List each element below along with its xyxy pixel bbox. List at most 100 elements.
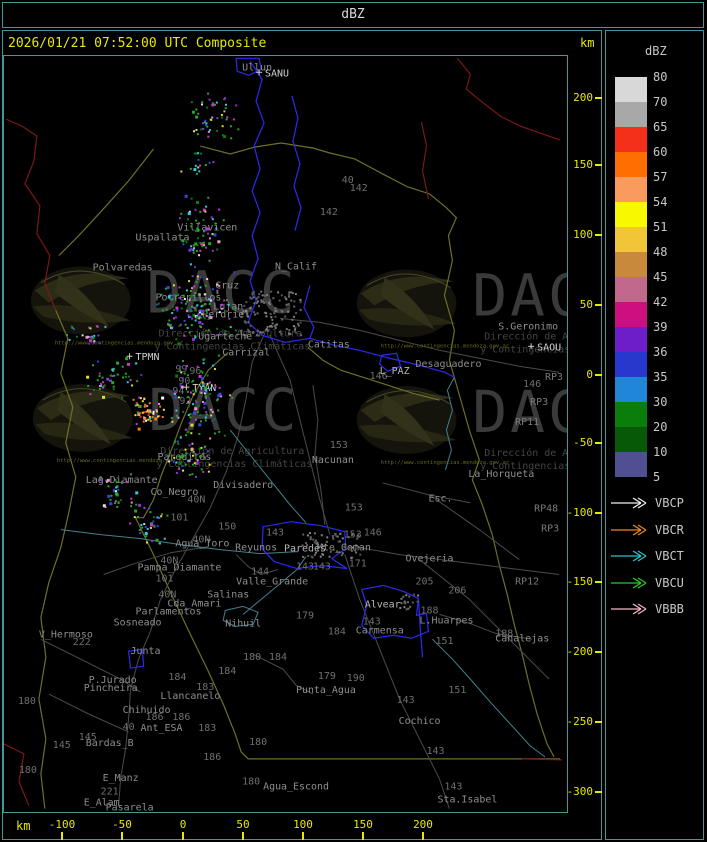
colorbar-swatch [615, 277, 647, 302]
y-tick-mark [595, 791, 602, 793]
map-feature [199, 414, 202, 417]
map-feature: Bardas_B [86, 738, 134, 749]
map-feature [173, 393, 176, 396]
vector-legend-label: VBCU [655, 576, 684, 590]
map-feature [217, 409, 220, 412]
map-feature [408, 595, 411, 598]
y-tick-label: 0 [586, 368, 593, 381]
map-feature [114, 492, 118, 496]
map-feature [210, 387, 213, 390]
colorbar-swatch [615, 177, 647, 202]
map-feature [184, 323, 187, 326]
map-feature [173, 456, 176, 459]
map-feature [140, 523, 143, 526]
map-feature [147, 411, 150, 414]
map-feature [204, 416, 207, 419]
map-feature: Parlamentos [136, 606, 202, 617]
map-feature [223, 434, 226, 437]
x-tick-mark [422, 832, 424, 840]
map-feature [199, 241, 202, 244]
map-feature: L.Huarpes [420, 615, 474, 626]
map-feature [313, 532, 316, 535]
map-feature [213, 368, 216, 371]
map-feature [210, 118, 213, 121]
map-feature [211, 103, 215, 107]
map-feature: Pasarela [106, 803, 154, 812]
map-feature [202, 241, 205, 244]
map-feature [148, 415, 151, 418]
x-tick-mark [182, 832, 184, 840]
map-feature [299, 308, 302, 311]
map-feature [182, 410, 185, 413]
map-feature [175, 461, 178, 464]
map-feature: 146 [523, 379, 541, 390]
map-feature [180, 170, 183, 173]
map-feature [136, 380, 139, 383]
map-feature [294, 328, 297, 331]
map-feature [199, 455, 202, 458]
map-feature [145, 419, 148, 422]
vector-arrow-icon [611, 577, 647, 589]
map-feature: RP48 [534, 504, 558, 515]
map-feature [186, 309, 189, 312]
map-feature [189, 294, 193, 298]
map-feature [295, 312, 298, 315]
map-feature [158, 517, 161, 519]
map-feature: 143 [426, 746, 444, 757]
map-feature [203, 382, 206, 385]
map-feature [213, 432, 216, 435]
map-feature [174, 396, 177, 399]
y-tick-label: -100 [566, 506, 594, 519]
map-feature [148, 507, 151, 510]
colorbar-value-label: 54 [653, 195, 668, 209]
map-feature [200, 128, 203, 131]
map-feature [177, 293, 180, 296]
y-tick-label: -250 [566, 715, 594, 728]
map-feature: 143 [397, 695, 415, 706]
map-feature [92, 389, 95, 392]
map-feature [155, 409, 158, 412]
colorbar-value-label: 10 [653, 445, 668, 459]
map-feature [124, 376, 127, 379]
map-feature [254, 313, 257, 316]
colorbar-value-label: 30 [653, 395, 668, 409]
map-feature [182, 243, 185, 246]
map-feature [185, 452, 188, 455]
map-feature [205, 411, 208, 414]
map-feature [160, 513, 163, 516]
map-feature [209, 392, 212, 395]
map-feature [148, 402, 151, 405]
colorbar-swatch [615, 452, 647, 477]
map-feature: Paredes [284, 544, 326, 555]
map-feature [179, 384, 182, 387]
map-feature [233, 271, 236, 274]
map-feature [157, 302, 160, 305]
map-feature [172, 284, 175, 287]
map-feature [139, 415, 142, 418]
map-feature [293, 305, 296, 308]
map-feature: 179 [318, 671, 336, 682]
map-feature [272, 297, 275, 300]
map-feature [115, 481, 118, 484]
map-feature [207, 470, 210, 473]
map-feature [192, 251, 195, 254]
map-feature [188, 280, 191, 283]
map-feature [406, 601, 409, 604]
map-feature: 150 [218, 522, 236, 533]
map-feature [237, 128, 240, 131]
map-feature [107, 494, 111, 498]
map-feature [158, 542, 161, 545]
map-feature [188, 299, 191, 302]
map-feature [197, 152, 200, 155]
map-feature: Nacunan [312, 455, 354, 466]
map-feature [198, 170, 201, 173]
map-feature [196, 201, 200, 205]
y-tick-mark [595, 374, 602, 376]
map-feature [191, 442, 194, 445]
map-feature [206, 278, 209, 281]
map-feature: 171 [349, 559, 367, 570]
map-feature [205, 413, 208, 416]
map-feature [420, 121, 430, 199]
map-feature [116, 361, 120, 365]
map-feature [186, 374, 189, 377]
